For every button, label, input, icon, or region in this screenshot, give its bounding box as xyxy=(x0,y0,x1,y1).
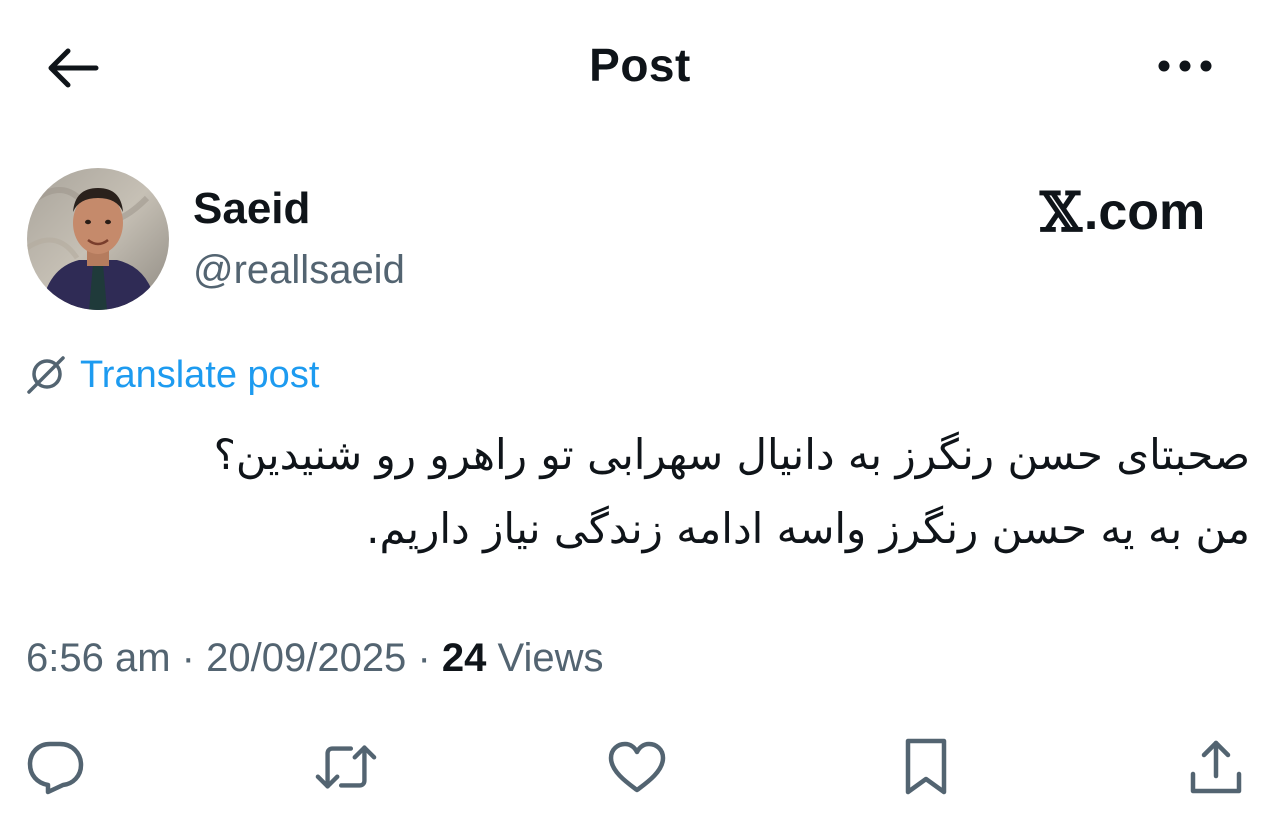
bookmark-icon xyxy=(905,738,947,795)
translate-post-label: Translate post xyxy=(80,353,320,396)
author-handle[interactable]: @reallsaeid xyxy=(193,248,405,293)
repost-button[interactable] xyxy=(314,735,378,799)
views-count: 24 xyxy=(441,636,487,680)
author-display-name[interactable]: Saeid xyxy=(193,184,310,234)
repost-icon xyxy=(315,745,377,789)
more-horizontal-icon xyxy=(1158,60,1212,72)
x-logo-mark: 𝕏 xyxy=(1040,180,1082,244)
watermark-domain: .com xyxy=(1083,183,1206,241)
views-label: Views xyxy=(497,636,604,680)
reply-icon xyxy=(27,741,84,795)
like-button[interactable] xyxy=(605,735,669,799)
post-text-line: صحبتای حسن رنگرز به دانیال سهرابی تو راه… xyxy=(213,430,1250,479)
globe-icon xyxy=(27,356,65,394)
heart-icon xyxy=(608,741,666,793)
post-text: صحبتای حسن رنگرز به دانیال سهرابی تو راه… xyxy=(10,418,1250,566)
meta-separator: · xyxy=(417,636,431,680)
avatar[interactable] xyxy=(27,168,169,310)
meta-separator: · xyxy=(181,636,195,680)
share-button[interactable] xyxy=(1184,735,1248,799)
avatar-photo xyxy=(27,168,169,310)
x-com-watermark: 𝕏 .com xyxy=(1040,180,1206,244)
post-date[interactable]: 20/09/2025 xyxy=(206,636,406,680)
translate-post-link[interactable]: Translate post xyxy=(26,352,319,398)
share-icon xyxy=(1190,740,1242,794)
post-meta: 6:56 am · 20/09/2025 · 24 Views xyxy=(26,636,604,681)
bookmark-button[interactable] xyxy=(894,735,958,799)
more-options-button[interactable] xyxy=(1150,44,1220,88)
post-time[interactable]: 6:56 am xyxy=(26,636,171,680)
reply-button[interactable] xyxy=(24,735,88,799)
post-text-line: من به یه حسن رنگرز واسه ادامه زندگی نیاز… xyxy=(366,504,1250,553)
page-title: Post xyxy=(589,39,691,91)
